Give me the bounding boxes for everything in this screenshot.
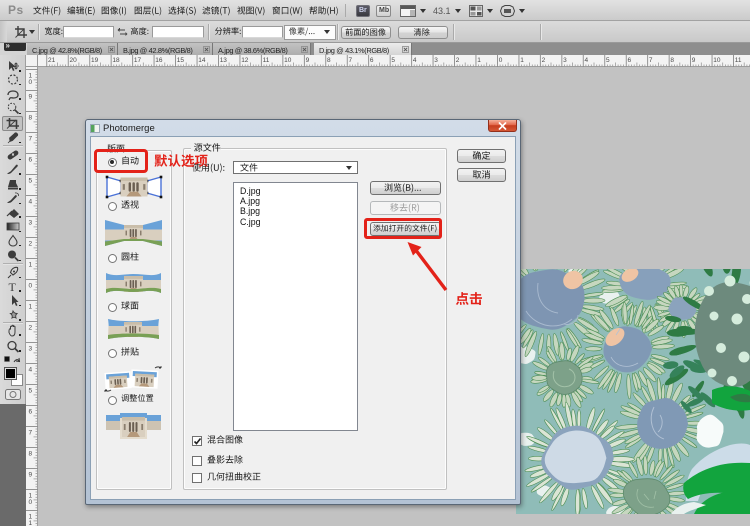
svg-text:1: 1 xyxy=(477,57,481,64)
svg-text:8: 8 xyxy=(327,57,331,64)
svg-text:4: 4 xyxy=(29,367,33,374)
svg-text:10: 10 xyxy=(284,57,292,64)
svg-text:5: 5 xyxy=(391,57,395,64)
svg-text:4: 4 xyxy=(413,57,417,64)
svg-text:3: 3 xyxy=(563,57,567,64)
svg-text:2: 2 xyxy=(456,57,460,64)
svg-text:6: 6 xyxy=(29,157,33,164)
svg-text:21: 21 xyxy=(48,57,56,64)
svg-text:18: 18 xyxy=(112,57,120,64)
svg-text:0: 0 xyxy=(29,499,33,506)
svg-text:3: 3 xyxy=(29,346,33,353)
svg-text:9: 9 xyxy=(306,57,310,64)
svg-text:9: 9 xyxy=(29,472,33,479)
svg-text:13: 13 xyxy=(220,57,228,64)
svg-text:4: 4 xyxy=(29,199,33,206)
svg-text:1: 1 xyxy=(29,304,33,311)
svg-text:1: 1 xyxy=(520,57,524,64)
svg-text:8: 8 xyxy=(29,451,33,458)
svg-text:11: 11 xyxy=(263,57,270,64)
svg-text:7: 7 xyxy=(649,57,653,64)
svg-text:8: 8 xyxy=(29,115,33,122)
svg-text:6: 6 xyxy=(29,409,33,416)
svg-text:9: 9 xyxy=(29,94,33,101)
svg-text:6: 6 xyxy=(370,57,374,64)
svg-text:7: 7 xyxy=(29,136,33,143)
svg-text:3: 3 xyxy=(434,57,438,64)
svg-text:T: T xyxy=(9,280,17,293)
svg-text:19: 19 xyxy=(91,57,99,64)
svg-text:2: 2 xyxy=(29,325,33,332)
svg-text:10: 10 xyxy=(713,57,721,64)
svg-text:5: 5 xyxy=(606,57,610,64)
svg-text:2: 2 xyxy=(542,57,546,64)
svg-text:11: 11 xyxy=(735,57,742,64)
svg-text:12: 12 xyxy=(241,57,249,64)
svg-text:5: 5 xyxy=(29,178,33,185)
svg-text:17: 17 xyxy=(134,57,142,64)
svg-text:2: 2 xyxy=(29,241,33,248)
svg-text:7: 7 xyxy=(349,57,353,64)
svg-text:0: 0 xyxy=(29,79,33,86)
svg-text:6: 6 xyxy=(628,57,632,64)
svg-text:1: 1 xyxy=(29,520,33,526)
svg-text:7: 7 xyxy=(29,430,33,437)
svg-text:9: 9 xyxy=(692,57,696,64)
svg-text:3: 3 xyxy=(29,220,33,227)
svg-text:14: 14 xyxy=(198,57,206,64)
svg-text:8: 8 xyxy=(670,57,674,64)
svg-text:20: 20 xyxy=(70,57,78,64)
svg-text:1: 1 xyxy=(29,262,33,269)
svg-text:16: 16 xyxy=(155,57,163,64)
svg-text:0: 0 xyxy=(499,57,503,64)
svg-text:5: 5 xyxy=(29,388,33,395)
svg-text:4: 4 xyxy=(585,57,589,64)
svg-text:0: 0 xyxy=(29,283,33,290)
svg-text:15: 15 xyxy=(177,57,185,64)
